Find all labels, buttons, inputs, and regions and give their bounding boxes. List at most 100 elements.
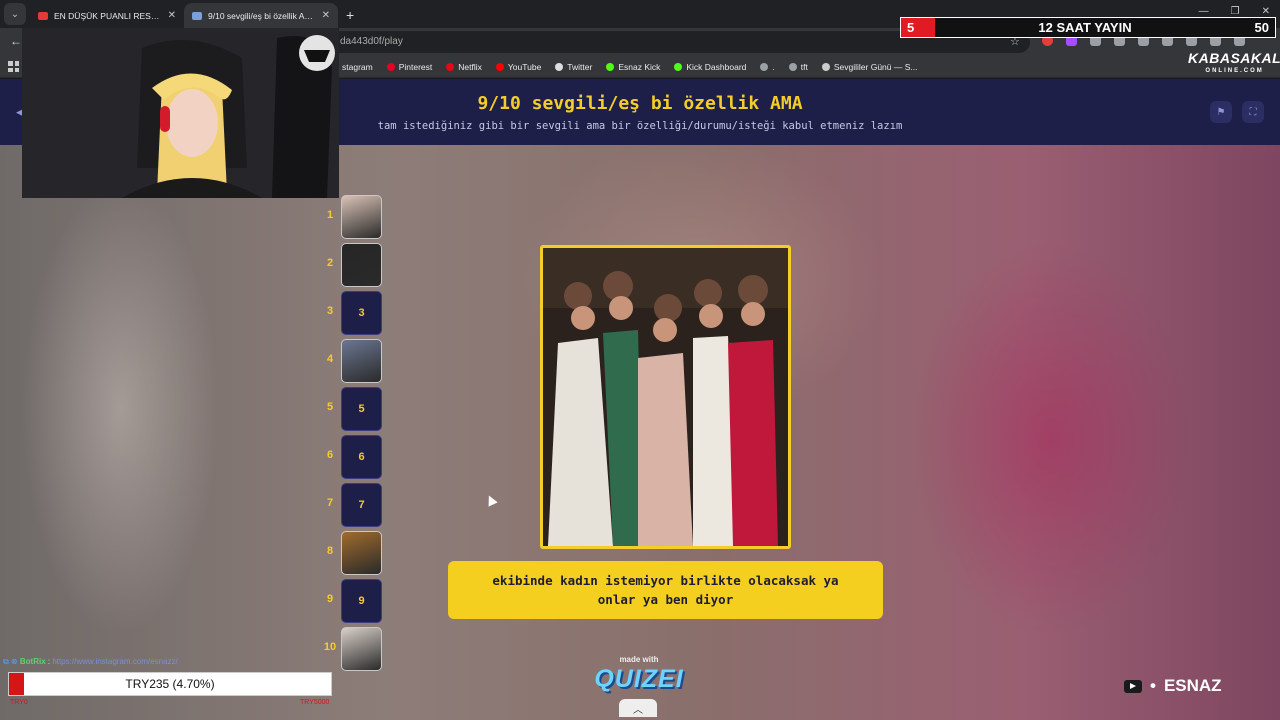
rank-thumbnail[interactable] [341,243,382,287]
timer-left-count: 5 [901,18,935,37]
rank-number: 7 [326,497,334,509]
bookmark-favicon-icon [821,63,830,71]
rank-slot[interactable]: 2 [323,243,383,287]
rank-thumbnail[interactable] [341,627,382,671]
bookmark-favicon-icon [446,63,455,71]
bookmark-favicon-icon [606,63,615,71]
rank-slot[interactable]: 99 [323,579,383,623]
rank-number: 2 [326,257,334,269]
rank-slot[interactable]: 33 [323,291,383,335]
chat-username: BotRix [19,657,46,666]
apps-grid-icon[interactable] [8,61,19,72]
bookmark-label: Netflix [458,62,482,72]
made-with-label: made with [619,655,659,664]
rank-number: 10 [323,641,337,653]
restore-icon[interactable]: ❐ [1231,6,1240,17]
rank-slot[interactable]: 77 [323,483,383,527]
quizei-logo[interactable]: QUIZEI [594,665,684,694]
rank-thumbnail[interactable] [341,339,382,383]
rank-slot[interactable]: 1 [323,195,383,239]
address-text: da443d0f/play [340,36,403,47]
minimize-icon[interactable]: — [1199,6,1209,17]
rank-number: 3 [326,305,334,317]
quiz-favicon-icon [192,11,202,20]
bookmark-label: Sevgililer Günü — S... [833,62,918,72]
stream-timer-bar: 5 12 SAAT YAYIN 50 [900,17,1276,38]
bookmark-item[interactable]: Pinterest [386,62,433,72]
channel-name: ESNAZ [1163,676,1222,695]
quiz-photo [540,245,791,549]
rank-thumbnail[interactable] [341,531,382,575]
bookmark-favicon-icon [386,63,395,71]
rank-slot[interactable]: 8 [323,531,383,575]
rank-box-label: 9 [358,595,365,607]
group-photo-image [543,248,788,546]
bullet: • [1150,676,1156,695]
bookmark-label: YouTube [507,62,542,72]
youtube-favicon-icon [38,11,48,20]
fullscreen-icon[interactable]: ⛶ [1242,101,1264,123]
rank-number: 9 [326,593,334,605]
rank-slot[interactable]: 55 [323,387,383,431]
sponsor-domain: ONLINE.COM [1205,68,1264,74]
bookmark-list: stagram Pinterest Netflix YouTube Twitter Esn… [330,56,917,78]
browser-tab-restaurant[interactable]: EN DÜŞÜK PUANLI RESTORANL ✕ [30,3,184,28]
rank-empty-box[interactable]: 5 [341,387,382,431]
donation-min: TRY0 [10,699,28,706]
rank-empty-box[interactable]: 6 [341,435,382,479]
rank-box-label: 5 [358,403,365,415]
rank-slot[interactable]: 10 [323,627,383,671]
bookmark-item[interactable]: Netflix [446,62,482,72]
browser-tab-quiz[interactable]: 9/10 sevgili/eş bi özellik AMA ✕ [184,3,338,28]
close-tab-icon[interactable]: ✕ [322,10,330,21]
rank-thumbnail[interactable] [341,195,382,239]
bookmark-item[interactable]: Kick Dashboard [674,62,746,72]
window-controls: — ❐ ✕ [1199,6,1270,17]
screen: ⌄ EN DÜŞÜK PUANLI RESTORANL ✕ 9/10 sevgi… [0,0,1280,720]
bookmark-item[interactable]: Sevgililer Günü — S... [821,62,918,72]
timer-title: 12 SAAT YAYIN [1038,20,1132,35]
rank-empty-box[interactable]: 7 [341,483,382,527]
scroll-up-button[interactable]: ︿ [619,699,657,717]
bookmark-item[interactable]: . [760,62,775,72]
bookmark-label: . [772,62,775,72]
rank-box-label: 7 [358,499,365,511]
rank-slot[interactable]: 66 [323,435,383,479]
bookmark-label: tft [800,62,808,72]
rank-number: 4 [326,353,334,365]
chat-message: ⧉ ⊗ BotRix : https://www.instagram.com/e… [3,657,178,666]
streamer-webcam-image [22,28,339,198]
chat-link[interactable]: https://www.instagram.com/esnazz/ [52,657,177,666]
sponsor-logo: KABASAKAL ONLINE.COM [1188,50,1280,78]
chevron-up-icon: ︿ [633,704,643,716]
tab-title: 9/10 sevgili/eş bi özellik AMA [208,10,316,21]
sponsor-name: KABASAKAL [1188,50,1280,66]
donation-max: TRY5000 [300,699,330,706]
rank-empty-box[interactable]: 3 [341,291,382,335]
bookmark-favicon-icon [760,63,769,71]
bookmark-item[interactable]: YouTube [495,62,542,72]
tab-search-button[interactable]: ⌄ [4,3,26,25]
bookmark-favicon-icon [674,63,683,71]
rank-box-label: 6 [358,451,365,463]
bookmark-favicon-icon [788,63,797,71]
bookmark-label: Kick Dashboard [686,62,747,72]
bookmark-favicon-icon [495,63,504,71]
close-tab-icon[interactable]: ✕ [168,10,176,21]
bookmark-item[interactable]: tft [788,62,808,72]
bookmark-label: Twitter [567,62,593,72]
back-arrow-icon[interactable]: ← [10,34,22,48]
bookmark-label: Pinterest [398,62,433,72]
flag-icon[interactable]: ⚑ [1210,101,1232,123]
bookmark-item[interactable]: Esnaz Kick [606,62,660,72]
youtube-icon [1124,679,1142,693]
bookmark-item[interactable]: Twitter [555,62,592,72]
close-window-icon[interactable]: ✕ [1262,6,1270,17]
timer-right-count: 50 [1254,20,1269,35]
chat-badge-icon: ⧉ ⊗ [3,657,20,666]
new-tab-button[interactable]: + [338,7,362,28]
rank-number: 5 [326,401,334,413]
rank-slot[interactable]: 4 [323,339,383,383]
rank-empty-box[interactable]: 9 [341,579,382,623]
channel-watermark: • ESNAZ [1124,676,1222,696]
